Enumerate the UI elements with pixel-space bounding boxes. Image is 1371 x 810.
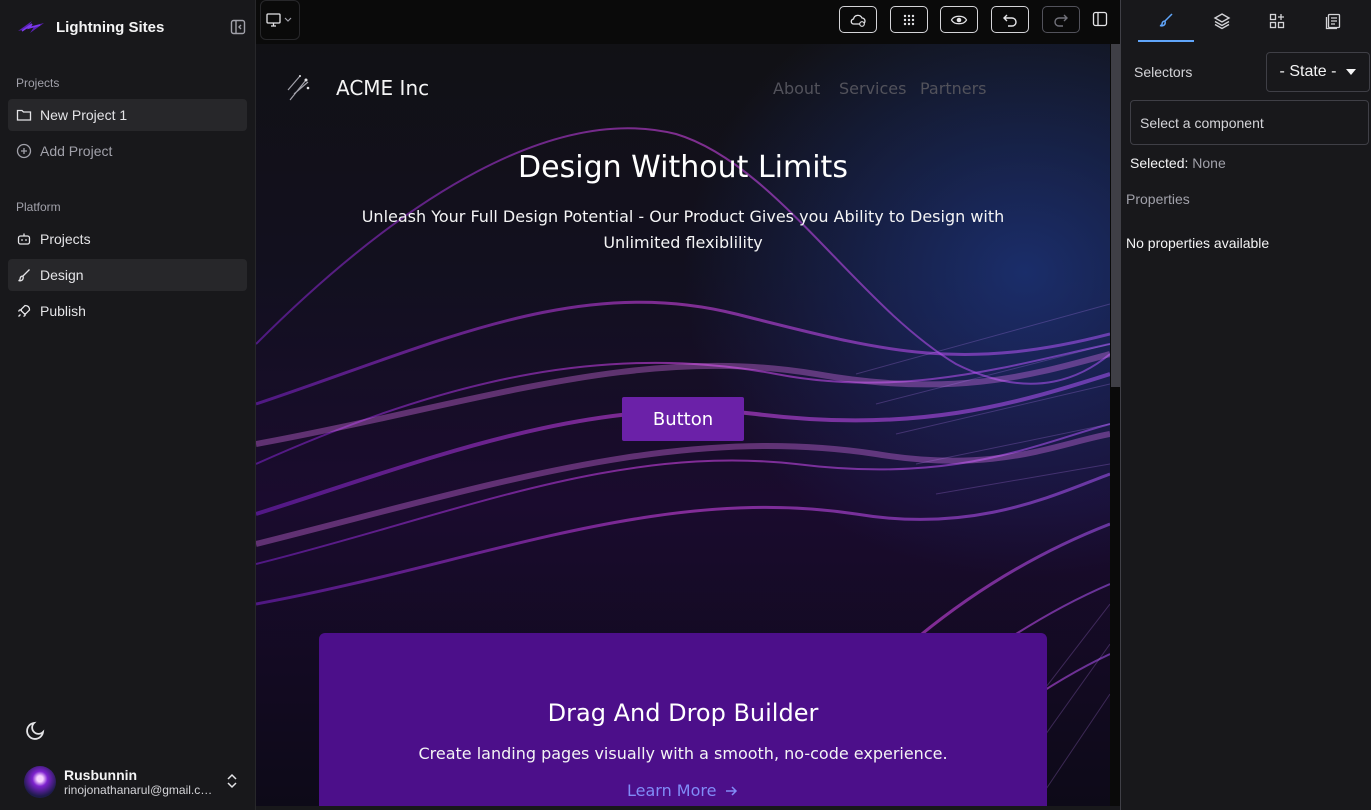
site-nav-about[interactable]: About	[773, 79, 820, 98]
paintbrush-icon	[1159, 13, 1173, 27]
selected-label: Selected:	[1130, 155, 1189, 171]
platform-section-label: Platform	[16, 200, 61, 214]
selected-status: Selected: None	[1130, 155, 1226, 171]
tab-components[interactable]	[1249, 0, 1305, 42]
hero-title[interactable]: Design Without Limits	[256, 150, 1110, 185]
cloud-save-button[interactable]	[839, 6, 877, 33]
properties-heading: Properties	[1126, 191, 1190, 207]
user-menu[interactable]: Rusbunnin rinojonathanarul@gmail.com	[16, 762, 248, 802]
feature-title[interactable]: Drag And Drop Builder	[319, 699, 1047, 727]
undo-icon	[1003, 14, 1017, 27]
tab-layers[interactable]	[1194, 0, 1250, 42]
lightning-logo-icon	[18, 21, 44, 33]
sidebar-item-projects[interactable]: Projects	[8, 223, 247, 255]
sidebar-item-publish[interactable]: Publish	[8, 295, 247, 327]
tab-style[interactable]	[1138, 0, 1194, 42]
pages-icon	[1325, 13, 1341, 30]
redo-button[interactable]	[1042, 6, 1080, 33]
feature-card[interactable]: Drag And Drop Builder Create landing pag…	[319, 633, 1047, 806]
canvas-scrollbar-thumb[interactable]	[1111, 44, 1120, 387]
dots-grid-icon	[903, 14, 915, 25]
panel-toggle-icon[interactable]	[1092, 11, 1108, 27]
site-nav-partners[interactable]: Partners	[920, 79, 986, 98]
sidebar-item-label: New Project 1	[40, 107, 128, 123]
undo-button[interactable]	[991, 6, 1029, 33]
moon-icon[interactable]	[24, 718, 48, 742]
learn-more-label: Learn More	[627, 781, 717, 800]
sidebar: Lightning Sites Projects New Project 1 A…	[0, 0, 256, 810]
app-root: Lightning Sites Projects New Project 1 A…	[0, 0, 1371, 810]
brush-icon	[16, 267, 32, 283]
device-select-button[interactable]	[260, 0, 300, 40]
bot-icon	[16, 231, 32, 247]
caret-down-icon	[1346, 69, 1357, 75]
sidebar-item-label: Design	[40, 267, 84, 283]
avatar	[24, 766, 56, 798]
sidebar-item-label: Add Project	[40, 143, 113, 159]
chevron-up-down-icon	[227, 773, 237, 789]
site-brand-name[interactable]: ACME Inc	[336, 76, 429, 100]
user-name: Rusbunnin	[64, 767, 138, 783]
hero-button[interactable]: Button	[622, 397, 744, 441]
no-properties-message: No properties available	[1126, 235, 1270, 251]
sidebar-item-add-project[interactable]: Add Project	[8, 135, 247, 167]
properties-panel: Selectors - State - Selected: None Prope…	[1120, 0, 1371, 810]
learn-more-link[interactable]: Learn More	[627, 781, 738, 800]
selectors-label: Selectors	[1134, 64, 1193, 80]
hero-subtitle[interactable]: Unleash Your Full Design Potential - Our…	[333, 204, 1033, 256]
feature-description[interactable]: Create landing pages visually with a smo…	[319, 744, 1047, 763]
state-select-value: - State -	[1279, 63, 1337, 80]
sidebar-item-design[interactable]: Design	[8, 259, 247, 291]
cloud-icon	[850, 14, 866, 27]
sidebar-item-label: Projects	[40, 231, 91, 247]
tab-pages[interactable]	[1305, 0, 1361, 42]
acme-logo-icon	[287, 75, 310, 101]
blocks-add-icon	[1269, 13, 1285, 29]
folder-icon	[16, 107, 32, 123]
user-info: Rusbunnin rinojonathanarul@gmail.com	[64, 767, 214, 797]
layers-icon	[1213, 13, 1231, 30]
site-nav-services[interactable]: Services	[839, 79, 906, 98]
editor-toolbar	[256, 0, 1120, 44]
sidebar-item-label: Publish	[40, 303, 86, 319]
user-email: rinojonathanarul@gmail.com	[64, 783, 214, 797]
design-canvas[interactable]: ACME Inc About Services Partners Design …	[256, 44, 1110, 806]
rocket-icon	[16, 303, 32, 319]
component-selector-input[interactable]	[1130, 100, 1369, 145]
plus-circle-icon	[16, 143, 32, 159]
sidebar-collapse-icon[interactable]	[230, 19, 246, 35]
brand-name: Lightning Sites	[56, 18, 165, 36]
brand[interactable]: Lightning Sites	[16, 16, 164, 38]
eye-icon	[950, 15, 968, 24]
arrow-right-icon	[726, 785, 738, 796]
projects-section-label: Projects	[16, 76, 60, 90]
redo-icon	[1054, 14, 1068, 27]
state-select[interactable]: - State -	[1266, 52, 1370, 92]
preview-button[interactable]	[940, 6, 978, 33]
monitor-icon	[266, 13, 292, 27]
grid-toggle-button[interactable]	[890, 6, 928, 33]
sidebar-item-new-project-1[interactable]: New Project 1	[8, 99, 247, 131]
selected-value: None	[1192, 155, 1226, 171]
